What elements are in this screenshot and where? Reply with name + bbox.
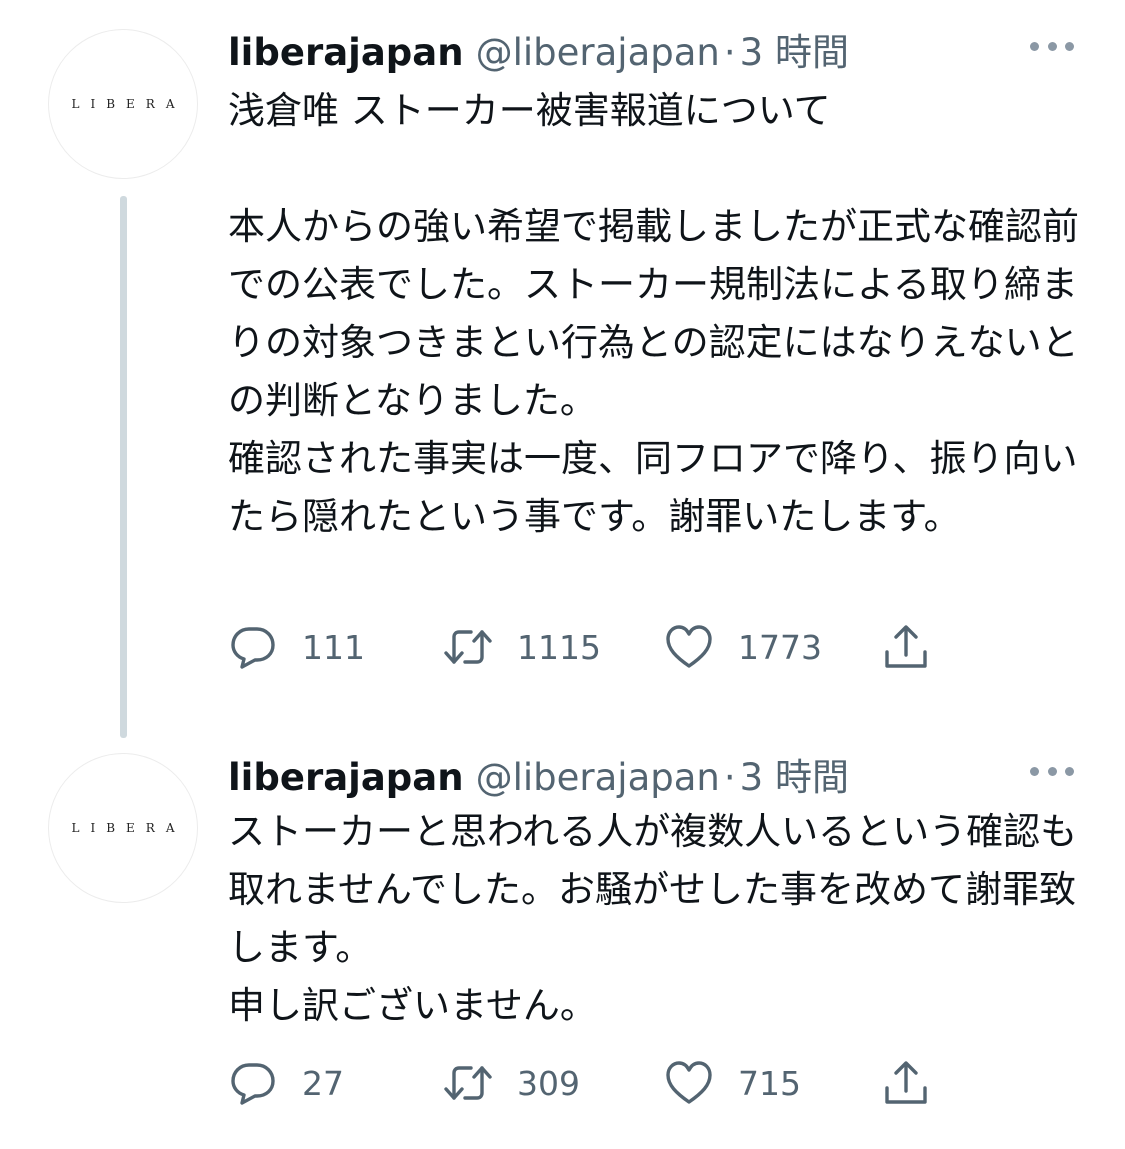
reply-button[interactable]: 111 bbox=[228, 622, 365, 672]
retweet-icon bbox=[444, 1066, 492, 1100]
reply-icon bbox=[231, 1063, 275, 1105]
tweet-header: liberajapan @liberajapan · 3 時間 bbox=[228, 22, 849, 74]
display-name[interactable]: liberajapan bbox=[228, 31, 464, 74]
separator-dot: · bbox=[723, 756, 736, 799]
share-icon bbox=[885, 625, 927, 668]
tweet-text: 浅倉唯 ストーカー被害報道について 本人からの強い希望で掲載しましたが正式な確認… bbox=[228, 89, 1079, 538]
tweet-header: liberajapan @liberajapan · 3 時間 bbox=[228, 747, 849, 799]
avatar-logo-text: LIBERA bbox=[71, 821, 186, 835]
retweet-button[interactable]: 309 bbox=[443, 1058, 580, 1108]
display-name[interactable]: liberajapan bbox=[228, 756, 464, 799]
share-icon bbox=[885, 1061, 927, 1104]
retweet-count: 309 bbox=[517, 1063, 580, 1103]
retweet-count: 1115 bbox=[517, 627, 601, 667]
heart-icon bbox=[666, 1061, 712, 1104]
separator-dot: · bbox=[723, 31, 736, 74]
retweet-button[interactable]: 1115 bbox=[443, 622, 601, 672]
reply-count: 111 bbox=[302, 627, 365, 667]
avatar-logo-text: LIBERA bbox=[71, 97, 186, 111]
like-button[interactable]: 715 bbox=[664, 1058, 801, 1108]
avatar[interactable]: LIBERA bbox=[48, 29, 198, 179]
reply-button[interactable]: 27 bbox=[228, 1058, 344, 1108]
user-handle[interactable]: @liberajapan bbox=[476, 31, 720, 74]
share-button[interactable] bbox=[881, 622, 931, 672]
tweet-text: ストーカーと思われる人が複数人いるという確認も取れませんでした。お騒がせした事を… bbox=[228, 810, 1078, 1027]
thread-line bbox=[120, 196, 127, 738]
timestamp[interactable]: 3 時間 bbox=[740, 22, 849, 76]
heart-icon bbox=[666, 625, 712, 668]
like-count: 715 bbox=[738, 1063, 801, 1103]
reply-count: 27 bbox=[302, 1063, 344, 1103]
share-button[interactable] bbox=[881, 1058, 931, 1108]
retweet-icon bbox=[444, 630, 492, 664]
avatar[interactable]: LIBERA bbox=[48, 753, 198, 903]
like-count: 1773 bbox=[738, 627, 822, 667]
more-icon[interactable] bbox=[1030, 763, 1074, 779]
tweet-actions: 27 309 715 bbox=[228, 1058, 948, 1108]
tweet-actions: 111 1115 1773 bbox=[228, 622, 948, 672]
user-handle[interactable]: @liberajapan bbox=[476, 756, 720, 799]
tweet[interactable]: LIBERA liberajapan @liberajapan · 3 時間 浅… bbox=[0, 0, 1125, 738]
like-button[interactable]: 1773 bbox=[664, 622, 822, 672]
reply-icon bbox=[231, 627, 275, 669]
tweet[interactable]: LIBERA liberajapan @liberajapan · 3 時間 ス… bbox=[0, 735, 1125, 1149]
more-icon[interactable] bbox=[1030, 38, 1074, 54]
timestamp[interactable]: 3 時間 bbox=[740, 747, 849, 801]
